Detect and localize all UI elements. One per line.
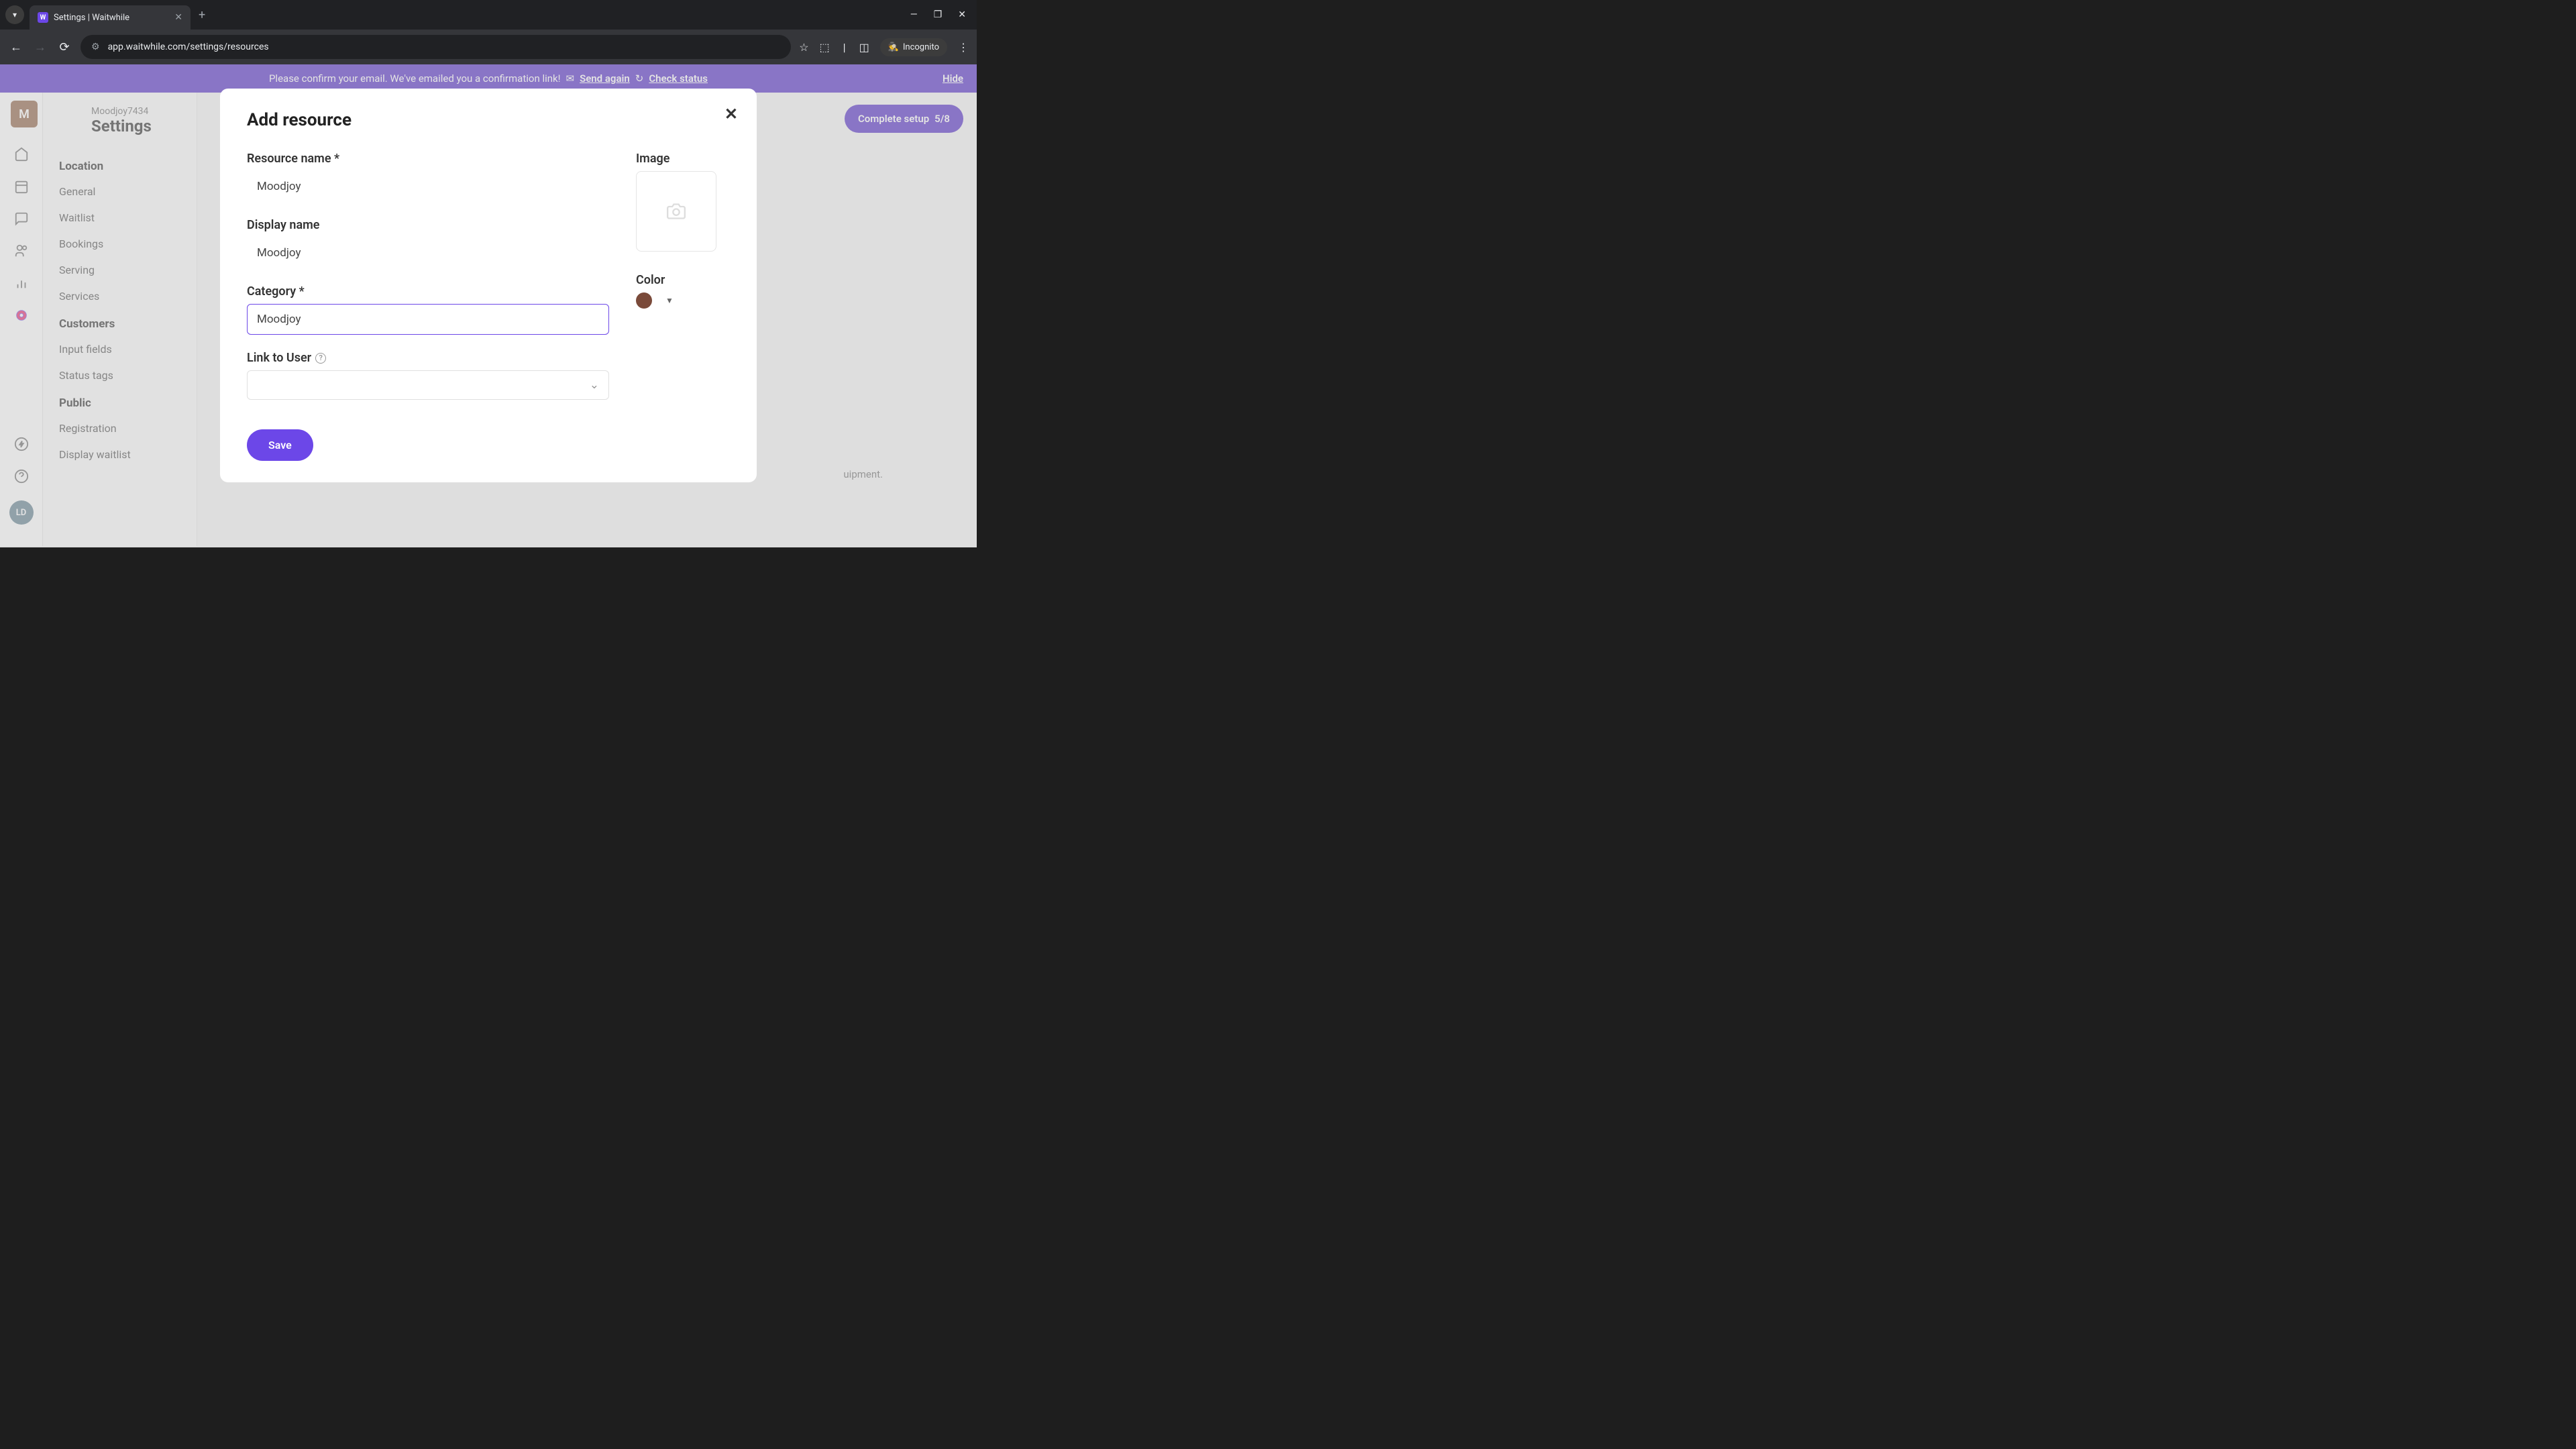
back-button[interactable]: ← bbox=[8, 40, 24, 54]
image-label: Image bbox=[636, 152, 730, 166]
tab-close-icon[interactable]: ✕ bbox=[174, 12, 182, 23]
chevron-down-icon: ⌄ bbox=[590, 378, 599, 392]
color-picker[interactable]: ▼ bbox=[636, 292, 730, 309]
new-tab-button[interactable]: + bbox=[199, 8, 205, 22]
incognito-badge[interactable]: 🕵 Incognito bbox=[880, 38, 947, 56]
reload-button[interactable]: ⟳ bbox=[56, 40, 72, 54]
browser-address-bar: ← → ⟳ ⚙ app.waitwhile.com/settings/resou… bbox=[0, 30, 977, 64]
browser-tab[interactable]: W Settings | Waitwhile ✕ bbox=[30, 5, 191, 30]
resource-name-input[interactable] bbox=[247, 171, 609, 202]
tab-search-button[interactable]: ▾ bbox=[5, 5, 24, 24]
add-resource-modal: ✕ Add resource Resource name * Display n… bbox=[220, 89, 757, 482]
maximize-icon[interactable]: ❐ bbox=[934, 9, 943, 20]
incognito-icon: 🕵 bbox=[888, 42, 899, 52]
modal-overlay[interactable]: ✕ Add resource Resource name * Display n… bbox=[0, 64, 977, 547]
category-input[interactable] bbox=[247, 304, 609, 335]
extensions-icon[interactable]: ⬚ bbox=[820, 41, 830, 54]
display-name-label: Display name bbox=[247, 218, 609, 232]
modal-title: Add resource bbox=[247, 110, 730, 130]
link-user-label: Link to User ? bbox=[247, 351, 609, 365]
help-tooltip-icon[interactable]: ? bbox=[315, 353, 326, 364]
link-user-select[interactable]: ⌄ bbox=[247, 370, 609, 400]
color-label: Color bbox=[636, 273, 730, 287]
close-modal-icon[interactable]: ✕ bbox=[724, 105, 738, 123]
url-text: app.waitwhile.com/settings/resources bbox=[108, 42, 269, 52]
app-container: Please confirm your email. We've emailed… bbox=[0, 64, 977, 547]
image-upload-area[interactable] bbox=[636, 171, 716, 252]
display-name-input[interactable] bbox=[247, 237, 609, 268]
tab-favicon: W bbox=[38, 12, 48, 23]
menu-icon[interactable]: ⋮ bbox=[958, 41, 969, 54]
color-swatch bbox=[636, 292, 652, 309]
minimize-icon[interactable]: — bbox=[910, 9, 918, 20]
save-button[interactable]: Save bbox=[247, 429, 313, 461]
window-controls: — ❐ ✕ bbox=[910, 9, 971, 20]
category-label: Category * bbox=[247, 284, 609, 299]
site-settings-icon[interactable]: ⚙ bbox=[91, 42, 100, 52]
tab-title: Settings | Waitwhile bbox=[54, 13, 169, 23]
browser-tab-bar: ▾ W Settings | Waitwhile ✕ + — ❐ ✕ bbox=[0, 0, 977, 30]
side-panel-icon[interactable]: ◫ bbox=[859, 41, 869, 54]
camera-icon bbox=[665, 202, 687, 221]
resource-name-label: Resource name * bbox=[247, 152, 609, 166]
dropdown-arrow-icon: ▼ bbox=[665, 296, 674, 305]
bookmark-icon[interactable]: ☆ bbox=[799, 41, 808, 54]
close-window-icon[interactable]: ✕ bbox=[958, 9, 966, 20]
url-bar[interactable]: ⚙ app.waitwhile.com/settings/resources bbox=[80, 35, 791, 59]
forward-button[interactable]: → bbox=[32, 40, 48, 54]
